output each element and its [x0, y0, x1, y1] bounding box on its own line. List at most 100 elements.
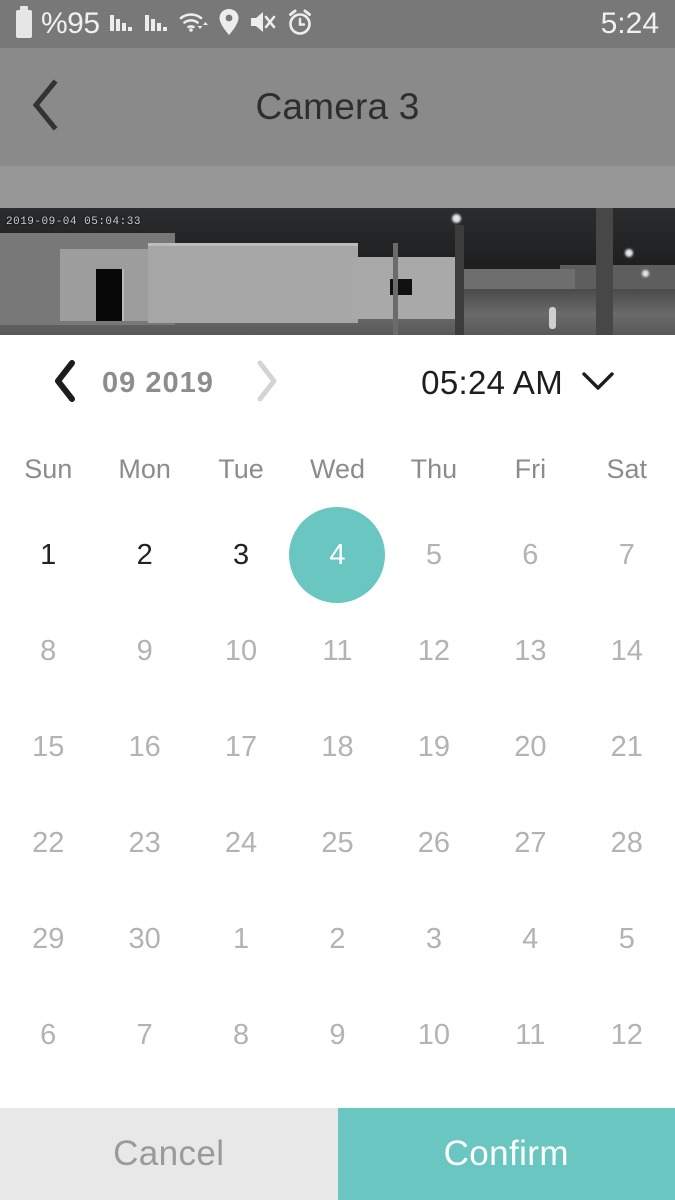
calendar-day-cell: 12: [386, 603, 482, 699]
weekday-label: Thu: [410, 453, 458, 484]
calendar-day-cell[interactable]: 2: [96, 507, 192, 603]
calendar-day-cell: 9: [289, 987, 385, 1083]
calendar-day-number: 25: [321, 826, 354, 859]
camera-scene-lamp: [452, 214, 461, 223]
camera-scene-door: [96, 269, 124, 321]
camera-timestamp-overlay: 2019-09-04 05:04:33: [6, 216, 141, 228]
calendar-day-number: 8: [40, 634, 57, 667]
calendar-day-cell[interactable]: 1: [0, 507, 96, 603]
calendar-day-number: 7: [136, 1018, 153, 1051]
calendar-day-cell: 21: [579, 699, 675, 795]
battery-icon: [16, 6, 32, 38]
calendar-day-number: 23: [128, 826, 161, 859]
month-year-label[interactable]: 09 2019: [102, 367, 214, 400]
calendar-day-cell: 28: [579, 795, 675, 891]
calendar-day-cell: 1: [193, 891, 289, 987]
calendar-day-cell: 11: [482, 987, 578, 1083]
cancel-button[interactable]: Cancel: [0, 1108, 338, 1200]
chevron-left-icon: [53, 359, 79, 407]
calendar-day-number: 9: [329, 1018, 346, 1051]
calendar-day-cell: 23: [96, 795, 192, 891]
weekday-label: Fri: [514, 453, 547, 484]
calendar-day-number: 1: [40, 538, 57, 571]
calendar-day-cell: 11: [289, 603, 385, 699]
calendar-day-cell[interactable]: 4: [289, 507, 386, 603]
calendar-day-cell: 14: [579, 603, 675, 699]
calendar-weekday-header: Sun Mon Tue Wed Thu Fri Sat: [0, 431, 675, 507]
calendar-day-cell: 7: [579, 507, 675, 603]
next-month-button[interactable]: [240, 357, 292, 409]
calendar-day-cell: 22: [0, 795, 96, 891]
calendar-day-number: 10: [417, 1018, 451, 1051]
location-pin-icon: [218, 8, 240, 41]
camera-scene-lamp: [642, 270, 649, 277]
camera-scene-pole: [455, 225, 464, 335]
calendar-day-cell: 10: [386, 987, 482, 1083]
calendar-day-cell: 5: [579, 891, 675, 987]
status-bar: %95 5:24: [0, 0, 675, 48]
calendar-week-row: 6 7 8 9 10 11 12: [0, 987, 675, 1083]
calendar-day-cell: 13: [482, 603, 578, 699]
weekday-label: Wed: [309, 453, 365, 484]
calendar-day-number: 11: [515, 1018, 546, 1051]
title-bar: Camera 3: [0, 48, 675, 166]
weekday-label: Mon: [118, 453, 171, 484]
calendar-day-cell: 12: [579, 987, 675, 1083]
calendar-day-number: 3: [232, 538, 250, 571]
calendar-day-cell: 26: [386, 795, 482, 891]
calendar-day-number: 13: [514, 634, 547, 667]
confirm-button[interactable]: Confirm: [337, 1108, 675, 1200]
calendar-day-number: 6: [522, 538, 539, 571]
back-button[interactable]: [10, 48, 80, 166]
calendar-day-cell: 6: [0, 987, 96, 1083]
alarm-clock-icon: [286, 8, 314, 41]
calendar-day-cell: 17: [193, 699, 289, 795]
camera-scene-person: [549, 307, 556, 329]
calendar-day-cell: 6: [482, 507, 578, 603]
camera-scene-pole: [393, 243, 398, 335]
calendar-day-number: 2: [136, 538, 153, 571]
camera-video-feed[interactable]: 2019-09-04 05:04:33: [0, 208, 675, 335]
calendar-day-cell: 18: [289, 699, 385, 795]
calendar-day-number: 27: [514, 826, 547, 859]
calendar-day-cell: 8: [0, 603, 96, 699]
calendar-day-number: 4: [522, 922, 539, 955]
calendar-day-number: 30: [128, 922, 161, 955]
calendar-day-number: 29: [32, 922, 65, 955]
calendar-day-number: 28: [610, 826, 643, 859]
signal-bars-2-icon: [144, 9, 170, 40]
status-bar-clock: 5:24: [600, 7, 659, 40]
dialog-actions: Cancel Confirm: [0, 1108, 675, 1200]
calendar-day-number: 1: [232, 922, 250, 955]
wifi-icon: [179, 9, 209, 40]
chevron-down-icon: [581, 370, 615, 397]
calendar-day-cell: 3: [386, 891, 482, 987]
calendar-day-number: 18: [321, 730, 354, 763]
chevron-right-icon: [253, 360, 279, 407]
calendar-day-cell: 19: [386, 699, 482, 795]
calendar-day-cell: 16: [96, 699, 192, 795]
battery-percent-label: %95: [41, 7, 100, 40]
calendar-day-cell: 5: [386, 507, 482, 603]
calendar-week-row: 1 2 3 4 5 6 7: [0, 507, 675, 603]
page-title: Camera 3: [255, 86, 420, 127]
datetime-picker: 09 2019 05:24 AM Sun Mon Tue Wed Thu Fri…: [0, 335, 675, 1083]
mute-icon: [249, 9, 277, 40]
calendar-week-row: 29 30 1 2 3 4 5: [0, 891, 675, 987]
status-bar-left: %95: [16, 6, 593, 41]
calendar-day-cell: 10: [193, 603, 289, 699]
calendar-day-cell[interactable]: 3: [193, 507, 289, 603]
calendar-day-number: 17: [224, 730, 258, 763]
calendar-day-cell: 30: [96, 891, 192, 987]
calendar-day-number: 22: [32, 826, 65, 859]
calendar-day-cell: 29: [0, 891, 96, 987]
time-selector[interactable]: 05:24 AM: [421, 364, 635, 402]
camera-scene-lamp: [625, 249, 633, 257]
calendar-day-cell: 25: [289, 795, 385, 891]
camera-scene-building: [148, 243, 358, 323]
calendar-week-row: 15 16 17 18 19 20 21: [0, 699, 675, 795]
prev-month-button[interactable]: [40, 357, 92, 409]
weekday-label: Sat: [606, 453, 648, 484]
calendar-day-number: 6: [40, 1018, 57, 1051]
calendar-day-cell: 27: [482, 795, 578, 891]
